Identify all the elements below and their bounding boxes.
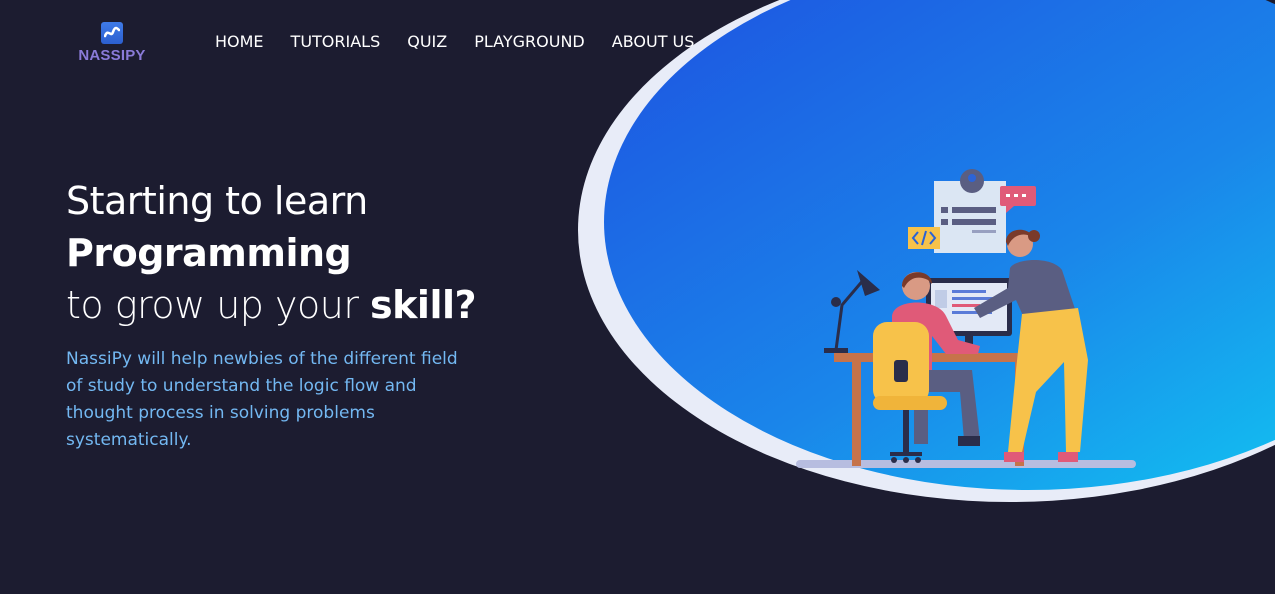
hero-line-2: Programming [66,231,352,275]
hero-line-3: to grow up your skill? [66,279,477,331]
logo-icon [101,22,123,44]
user-icon [968,174,976,182]
hero-line-3-prefix: to grow up your [66,283,371,327]
hero-line-1: Starting to learn [66,179,368,223]
brand-name: NASSIPY [78,47,146,64]
nav-home[interactable]: HOME [215,32,264,52]
code-icon [908,227,940,249]
brand-logo[interactable]: NASSIPY [78,22,146,74]
hero-line-3-emphasis: skill? [370,283,477,327]
floor-line [796,460,1136,468]
nav-tutorials[interactable]: TUTORIALS [291,32,381,52]
hero-heading: Starting to learn Programming to grow up… [66,175,477,331]
nav-quiz[interactable]: QUIZ [407,32,447,52]
profile-card [934,169,1006,253]
hero-description: NassiPy will help newbies of the differe… [66,349,458,450]
hero-illustration [578,0,1275,502]
